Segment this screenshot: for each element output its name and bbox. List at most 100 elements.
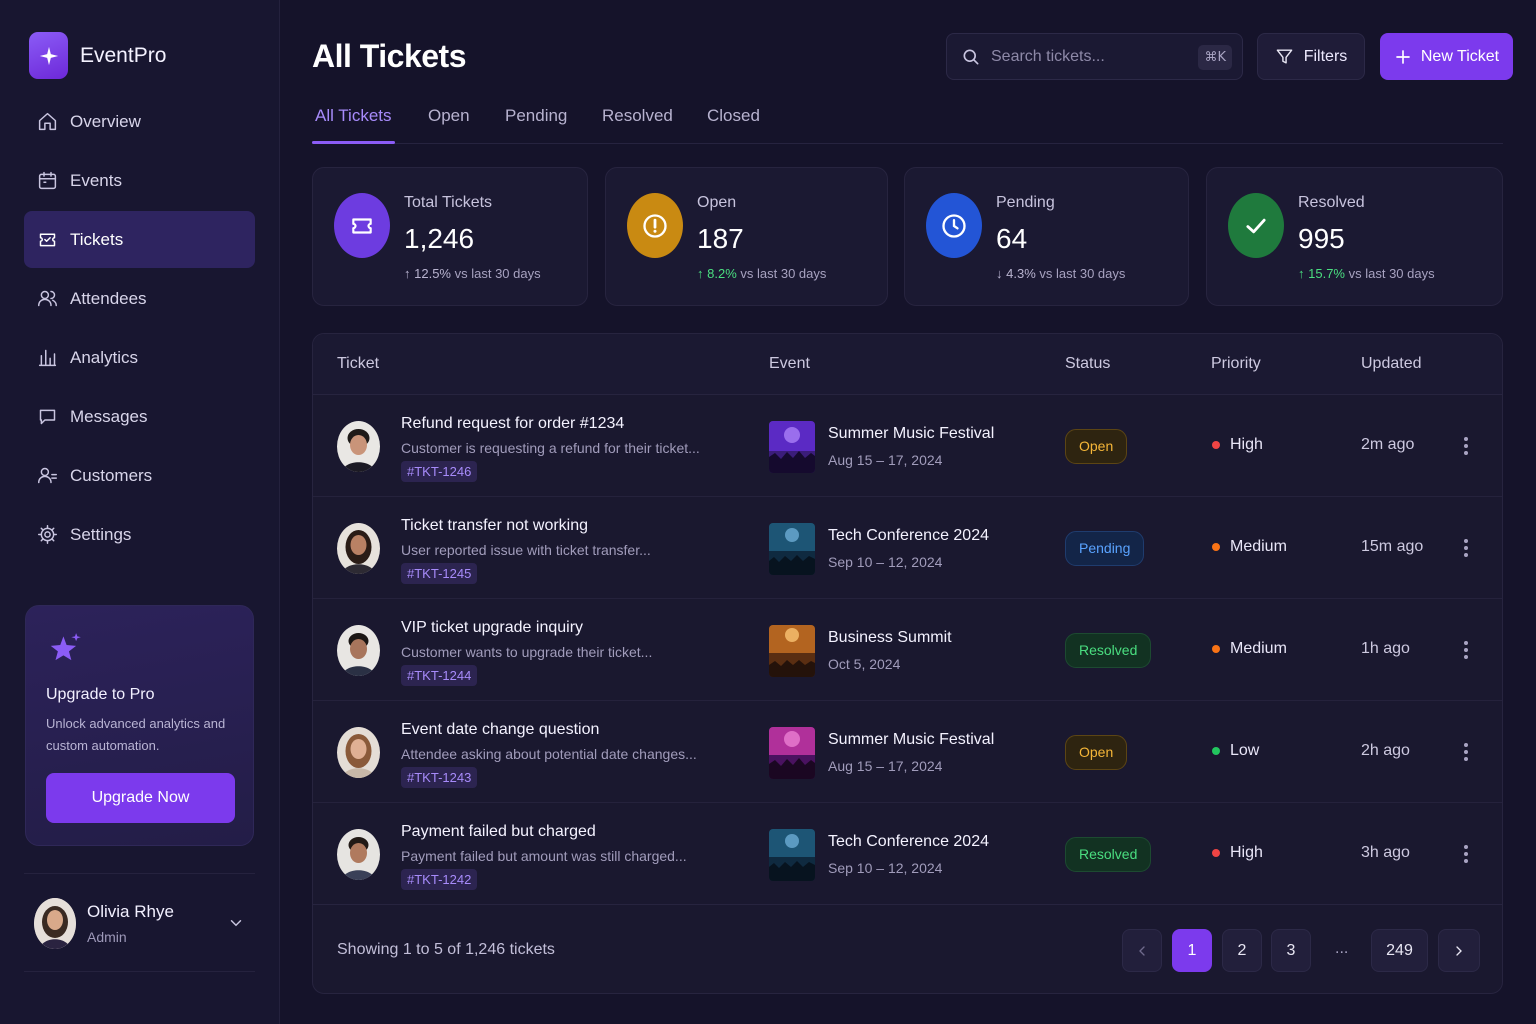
ticket-description: User reported issue with ticket transfer… bbox=[401, 542, 651, 558]
star-icon bbox=[46, 630, 84, 673]
event-thumbnail bbox=[769, 523, 815, 575]
ticket-description: Payment failed but amount was still char… bbox=[401, 848, 687, 864]
message-icon bbox=[36, 406, 58, 428]
avatar bbox=[337, 829, 380, 880]
column-header-event[interactable]: Event bbox=[769, 355, 810, 373]
ticket-title[interactable]: Payment failed but charged bbox=[401, 823, 596, 841]
more-options-icon[interactable] bbox=[1459, 535, 1473, 561]
user-group-icon bbox=[36, 465, 58, 487]
priority-dot bbox=[1212, 543, 1220, 551]
priority-dot bbox=[1212, 747, 1220, 755]
sidebar-item-label: Overview bbox=[70, 111, 141, 131]
more-options-icon[interactable] bbox=[1459, 433, 1473, 459]
sidebar-item-analytics[interactable]: Analytics bbox=[24, 329, 255, 386]
status-badge: Resolved bbox=[1065, 837, 1152, 872]
priority-label: High bbox=[1230, 844, 1263, 861]
table-row[interactable]: Refund request for order #1234 Customer … bbox=[313, 395, 1502, 497]
tab-open[interactable]: Open bbox=[428, 106, 470, 126]
sidebar-item-customers[interactable]: Customers bbox=[24, 447, 255, 504]
pagination-next-button[interactable] bbox=[1438, 929, 1480, 972]
ticket-title[interactable]: Event date change question bbox=[401, 721, 599, 739]
sidebar-item-tickets[interactable]: Tickets bbox=[24, 211, 255, 268]
search-input[interactable] bbox=[991, 47, 1181, 66]
sidebar-item-messages[interactable]: Messages bbox=[24, 388, 255, 445]
search-box[interactable]: ⌘K bbox=[946, 33, 1243, 80]
brand[interactable]: EventPro bbox=[29, 32, 166, 79]
stat-label: Open bbox=[697, 194, 737, 211]
updated-time: 3h ago bbox=[1361, 844, 1410, 861]
upgrade-title: Upgrade to Pro bbox=[46, 686, 155, 703]
ticket-title[interactable]: VIP ticket upgrade inquiry bbox=[401, 619, 583, 637]
sidebar-item-label: Settings bbox=[70, 524, 132, 544]
clock-icon bbox=[926, 193, 982, 258]
table-row[interactable]: Event date change question Attendee aski… bbox=[313, 701, 1502, 803]
table-row[interactable]: VIP ticket upgrade inquiry Customer want… bbox=[313, 599, 1502, 701]
tab-pending[interactable]: Pending bbox=[505, 106, 567, 126]
more-options-icon[interactable] bbox=[1459, 841, 1473, 867]
ticket-description: Customer is requesting a refund for thei… bbox=[401, 440, 700, 456]
sparkle-icon bbox=[29, 32, 68, 79]
sidebar-item-attendees[interactable]: Attendees bbox=[24, 270, 255, 327]
filters-label: Filters bbox=[1303, 47, 1348, 65]
sidebar-item-events[interactable]: Events bbox=[24, 152, 255, 209]
more-options-icon[interactable] bbox=[1459, 637, 1473, 663]
column-header-status[interactable]: Status bbox=[1065, 355, 1110, 373]
priority-label: Low bbox=[1230, 742, 1260, 759]
stat-change: 15.7% bbox=[1308, 266, 1345, 281]
tab-closed[interactable]: Closed bbox=[707, 106, 760, 126]
event-thumbnail bbox=[769, 829, 815, 881]
stat-card-open: Open 187 ↑ 8.2% vs last 30 days bbox=[605, 167, 888, 306]
ticket-icon bbox=[36, 229, 58, 251]
new-ticket-label: New Ticket bbox=[1420, 47, 1500, 65]
user-menu[interactable]: Olivia Rhye Admin bbox=[24, 873, 255, 972]
calendar-icon bbox=[36, 170, 58, 192]
column-header-priority[interactable]: Priority bbox=[1211, 355, 1261, 373]
column-header-ticket[interactable]: Ticket bbox=[337, 355, 379, 373]
column-header-updated[interactable]: Updated bbox=[1361, 355, 1422, 373]
sidebar-item-label: Events bbox=[70, 170, 122, 190]
pagination-prev-button[interactable] bbox=[1122, 929, 1162, 972]
table-row[interactable]: Payment failed but charged Payment faile… bbox=[313, 803, 1502, 905]
sidebar-item-label: Analytics bbox=[70, 347, 139, 367]
sidebar-item-overview[interactable]: Overview bbox=[24, 93, 255, 150]
chevron-down-icon[interactable] bbox=[227, 914, 245, 937]
pagination-page-3[interactable]: 3 bbox=[1271, 929, 1311, 972]
gear-icon bbox=[36, 524, 58, 546]
status-badge: Open bbox=[1065, 735, 1128, 770]
new-ticket-button[interactable]: New Ticket bbox=[1380, 33, 1513, 80]
stat-value: 187 bbox=[697, 223, 744, 254]
avatar bbox=[337, 523, 380, 574]
priority-dot bbox=[1212, 849, 1220, 857]
ticket-title[interactable]: Ticket transfer not working bbox=[401, 517, 588, 535]
stat-card-pending: Pending 64 ↓ 4.3% vs last 30 days bbox=[904, 167, 1189, 306]
priority-label: Medium bbox=[1230, 538, 1287, 555]
ticket-id-badge: #TKT-1245 bbox=[401, 563, 478, 584]
event-thumbnail bbox=[769, 421, 815, 473]
brand-name: EventPro bbox=[80, 43, 167, 67]
sidebar-item-settings[interactable]: Settings bbox=[24, 506, 255, 563]
shortcut-hint: ⌘K bbox=[1198, 45, 1232, 70]
sidebar-nav: Overview Events Tickets Attendees Analyt… bbox=[24, 93, 255, 565]
stat-value: 1,246 bbox=[404, 223, 475, 254]
tab-all-tickets[interactable]: All Tickets bbox=[315, 106, 392, 126]
updated-time: 15m ago bbox=[1361, 538, 1424, 555]
filters-button[interactable]: Filters bbox=[1257, 33, 1365, 80]
pagination-page-last[interactable]: 249 bbox=[1371, 929, 1428, 972]
upgrade-now-button[interactable]: Upgrade Now bbox=[46, 773, 235, 823]
arrow-up-icon: ↑ bbox=[1298, 266, 1305, 281]
sidebar-item-label: Customers bbox=[70, 465, 153, 485]
priority: High bbox=[1212, 844, 1263, 862]
priority-label: Medium bbox=[1230, 640, 1287, 657]
event-name: Tech Conference 2024 bbox=[828, 833, 989, 850]
stat-suffix: vs last 30 days bbox=[454, 266, 541, 281]
pagination-page-2[interactable]: 2 bbox=[1222, 929, 1262, 972]
ticket-id-badge: #TKT-1243 bbox=[401, 767, 478, 788]
home-icon bbox=[36, 111, 58, 133]
tab-resolved[interactable]: Resolved bbox=[602, 106, 673, 126]
more-options-icon[interactable] bbox=[1459, 739, 1473, 765]
table-row[interactable]: Ticket transfer not working User reporte… bbox=[313, 497, 1502, 599]
event-name: Summer Music Festival bbox=[828, 731, 995, 748]
pagination-page-1[interactable]: 1 bbox=[1172, 929, 1212, 972]
ticket-title[interactable]: Refund request for order #1234 bbox=[401, 415, 624, 433]
arrow-up-icon: ↑ bbox=[697, 266, 704, 281]
